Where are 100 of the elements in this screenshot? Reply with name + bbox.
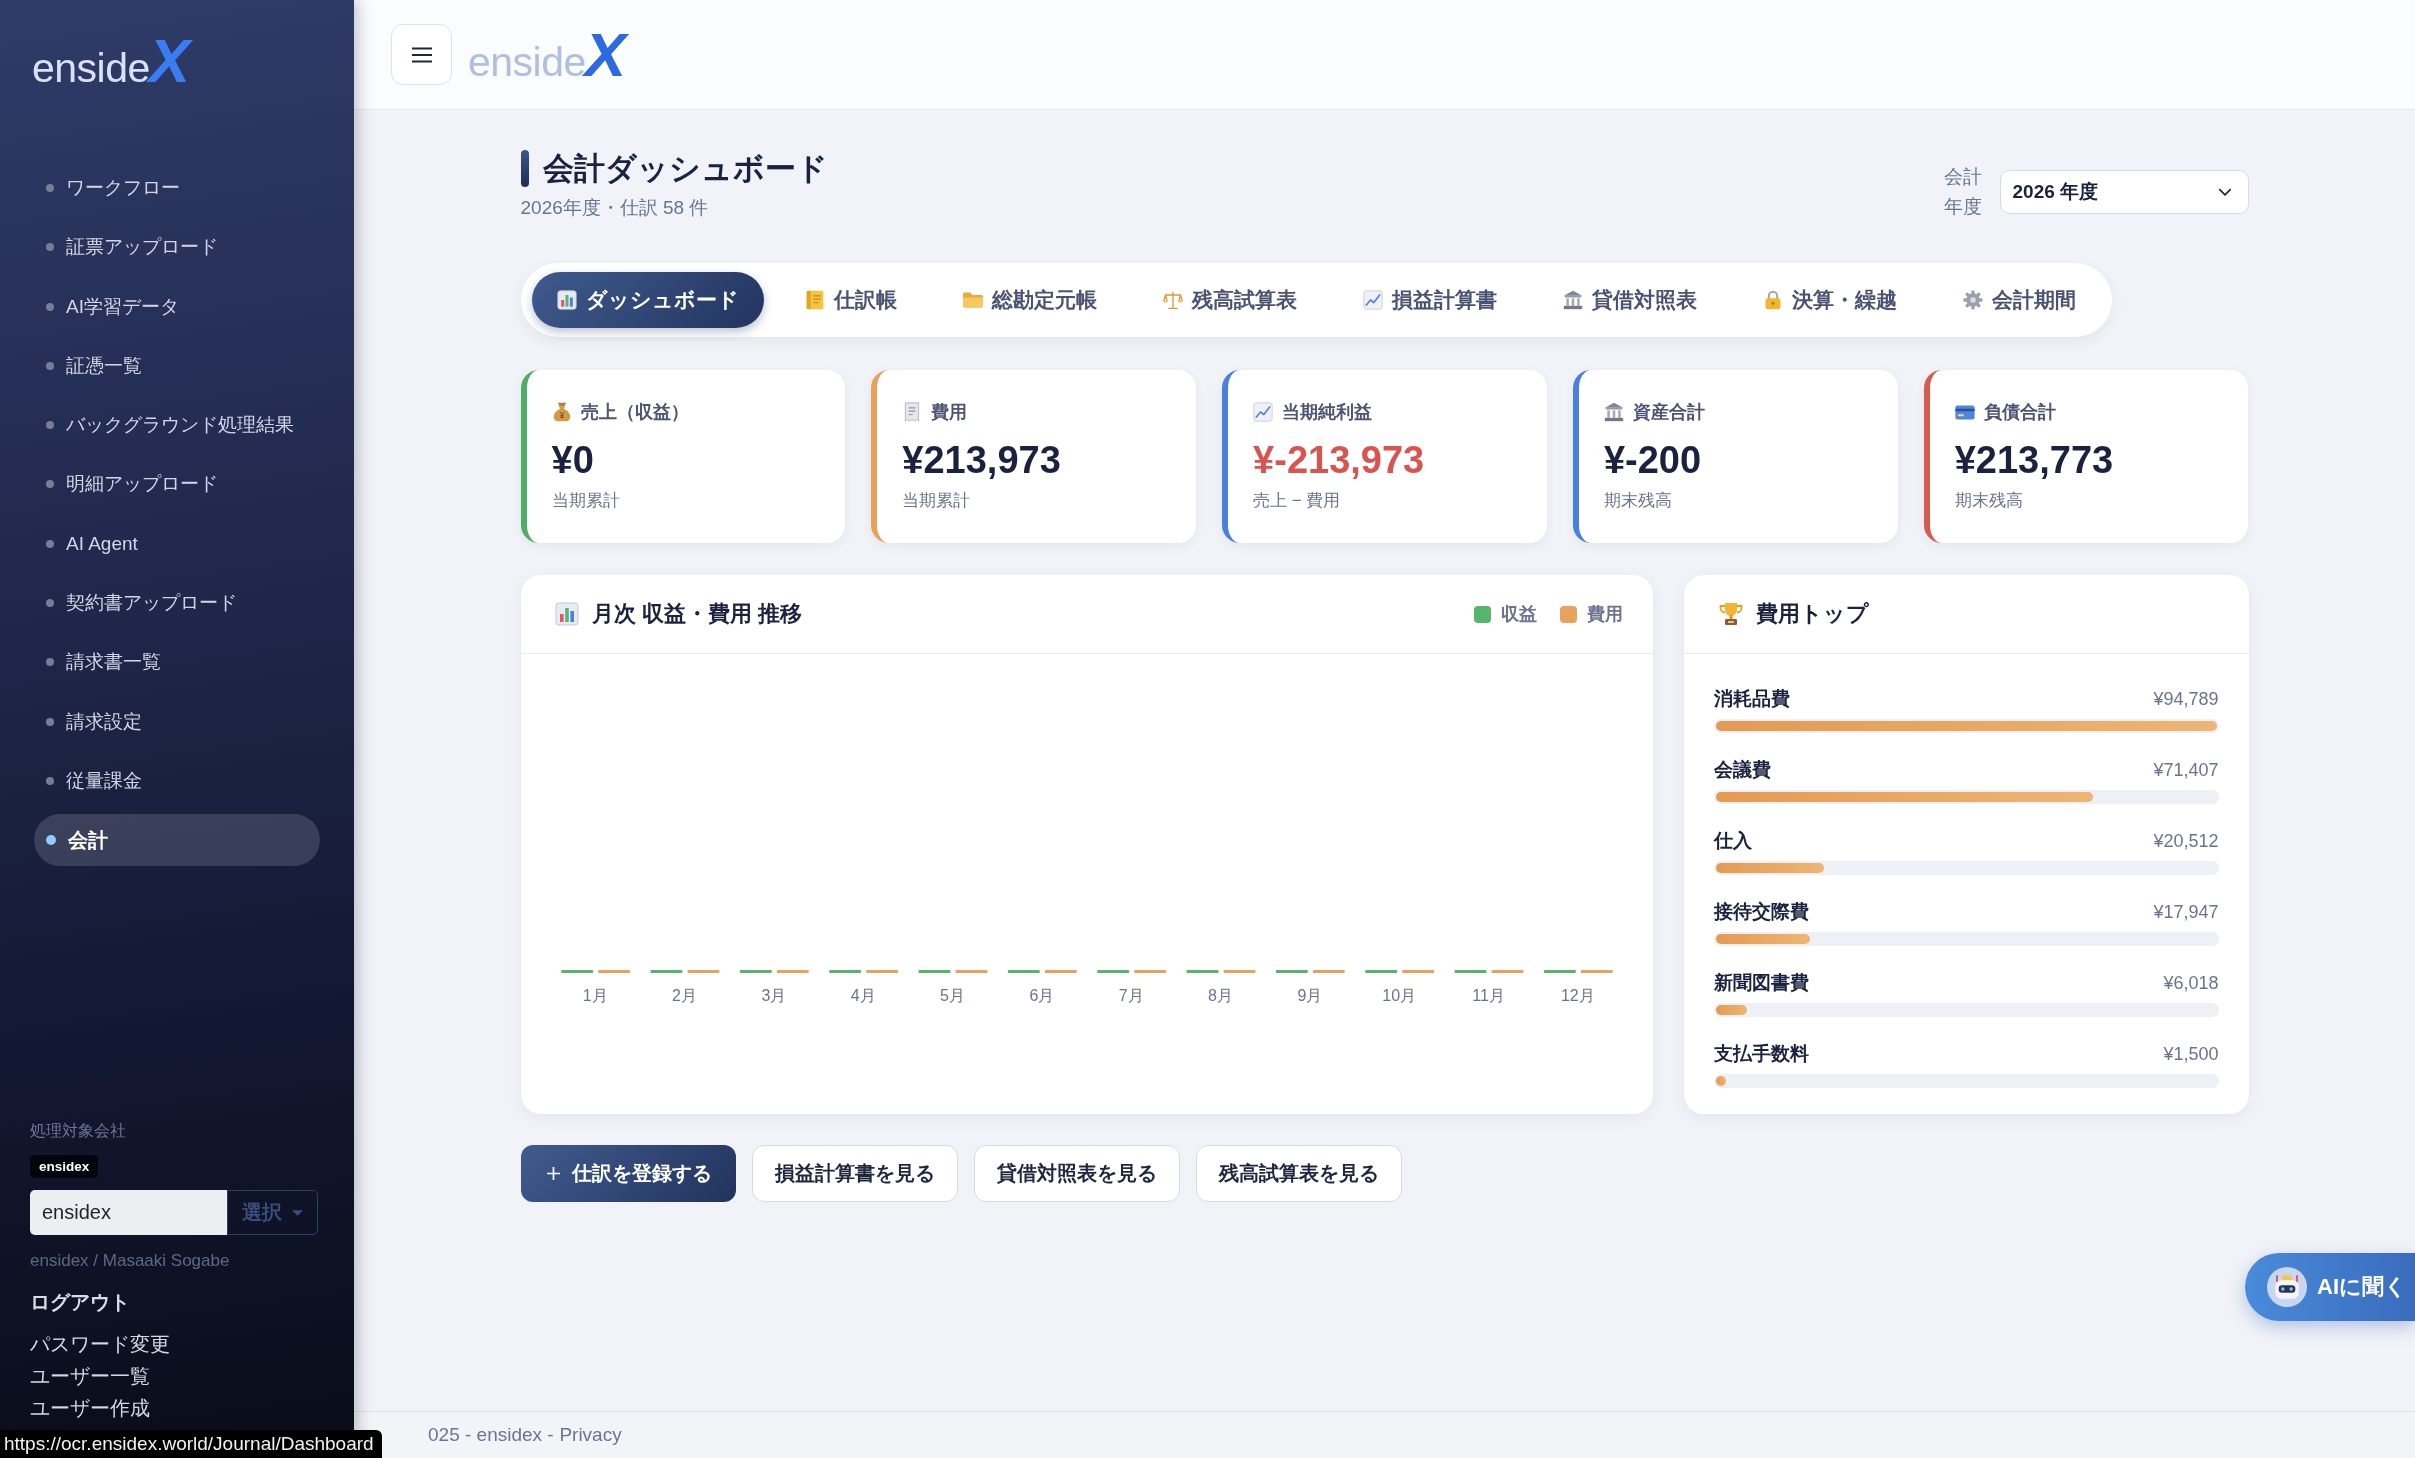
- expense-name: 会議費: [1713, 758, 1771, 782]
- tab[interactable]: ダッシュボード: [531, 272, 764, 328]
- dot-icon: [46, 658, 54, 667]
- robot-icon: [2267, 1267, 2307, 1307]
- tab[interactable]: 残高試算表: [1137, 272, 1322, 328]
- chart-title: 月次 収益・費用 推移: [591, 600, 802, 628]
- nav-item[interactable]: バックグラウンド処理結果: [34, 399, 320, 452]
- menu-button[interactable]: [391, 24, 452, 85]
- tab[interactable]: 会計期間: [1937, 272, 2101, 328]
- link-button[interactable]: 損益計算書を見る: [751, 1145, 958, 1202]
- link-button[interactable]: 貸借対照表を見る: [973, 1145, 1180, 1202]
- line-chart-icon: [1253, 402, 1274, 422]
- caret-down-icon: [292, 1209, 303, 1216]
- kpi-label: 資産合計: [1632, 401, 1705, 424]
- nav-item[interactable]: 証憑一覧: [34, 339, 320, 392]
- tab[interactable]: 仕訳帳: [779, 272, 922, 328]
- axis-label: 2月: [672, 986, 697, 1006]
- sidebar-link[interactable]: ユーザー一覧: [30, 1360, 320, 1392]
- company-input[interactable]: ensidex: [30, 1190, 227, 1235]
- user-text: ensidex / Masaaki Sogabe: [30, 1251, 231, 1271]
- ai-chat-button[interactable]: AIに聞く: [2245, 1253, 2415, 1321]
- kpi-value: ¥-200: [1603, 438, 1703, 482]
- dot-icon: [46, 776, 54, 785]
- axis-label: 7月: [1118, 986, 1144, 1006]
- axis-label: 6月: [1029, 986, 1055, 1006]
- nav-item[interactable]: AI学習データ: [34, 280, 320, 333]
- nav-item[interactable]: 明細アップロード: [34, 458, 320, 511]
- menu-icon: [411, 46, 432, 63]
- tab[interactable]: 損益計算書: [1337, 272, 1522, 328]
- dot-icon: [46, 421, 54, 430]
- page-title: 会計ダッシュボード: [542, 150, 828, 187]
- axis-label: 4月: [850, 986, 876, 1006]
- axis-label: 8月: [1208, 986, 1233, 1006]
- kpi-note: 当期累計: [902, 490, 972, 512]
- dot-icon: [46, 361, 54, 370]
- tab[interactable]: 総勘定元帳: [937, 272, 1122, 328]
- kpi-note: 期末残高: [1954, 490, 2024, 512]
- bank-icon: [1562, 290, 1583, 310]
- kpi-value: ¥213,973: [902, 438, 1062, 482]
- dot-icon: [46, 243, 54, 252]
- nav-item[interactable]: 請求設定: [34, 695, 320, 748]
- settings-icon: [1962, 290, 1983, 310]
- logout-link[interactable]: ログアウト: [30, 1289, 320, 1316]
- axis-label: 11月: [1472, 986, 1505, 1006]
- folder-icon: [962, 290, 983, 310]
- bar-chart-icon: [556, 290, 577, 310]
- nav-item[interactable]: 従量課金: [34, 754, 320, 807]
- nav-item[interactable]: 会計: [34, 814, 320, 867]
- kpi-note: 売上 − 費用: [1253, 490, 1342, 512]
- footer-text: 025 - ensidex - Privacy: [428, 1424, 622, 1446]
- nav-item[interactable]: AI Agent: [34, 517, 320, 570]
- sidebar-link[interactable]: ユーザー作成: [30, 1392, 320, 1424]
- kpi-label: 当期純利益: [1282, 401, 1373, 424]
- notebook-icon: [804, 290, 825, 310]
- legend-label: 費用: [1586, 603, 1623, 626]
- tab[interactable]: 決算・繰越: [1737, 272, 1922, 328]
- dot-icon: [46, 302, 54, 311]
- kpi-note: 期末残高: [1603, 490, 1673, 512]
- plus-icon: [546, 1167, 560, 1180]
- expense-name: 支払手数料: [1713, 1042, 1809, 1066]
- sidebar-link[interactable]: パスワード変更: [30, 1328, 320, 1360]
- kpi-value: ¥-213,973: [1253, 438, 1426, 482]
- axis-label: 9月: [1297, 986, 1323, 1006]
- axis-label: 1月: [582, 986, 608, 1006]
- company-tag: ensidex: [30, 1155, 99, 1178]
- dot-icon: [46, 835, 56, 846]
- expense-name: 接待交際費: [1713, 900, 1809, 924]
- bank-icon: [1603, 402, 1624, 422]
- axis-label: 12月: [1560, 986, 1595, 1006]
- kpi-note: 当期累計: [551, 490, 621, 512]
- nav-item[interactable]: 証票アップロード: [34, 221, 320, 274]
- status-url: https://ocr.ensidex.world/Journal/Dashboard: [0, 1430, 382, 1458]
- kpi-label: 売上（収益）: [580, 401, 689, 424]
- company-label: 処理対象会社: [30, 1121, 127, 1141]
- nav-item[interactable]: 請求書一覧: [34, 636, 320, 689]
- page-subtitle: 2026年度・仕訳 58 件: [520, 196, 710, 220]
- scales-icon: [1162, 290, 1183, 310]
- link-button[interactable]: 残高試算表を見る: [1195, 1145, 1402, 1202]
- tab[interactable]: 貸借対照表: [1537, 272, 1722, 328]
- credit-card-icon: [1954, 404, 1975, 420]
- expense-amount: ¥71,407: [2153, 759, 2219, 781]
- axis-label: 5月: [940, 986, 965, 1006]
- dot-icon: [46, 599, 54, 608]
- dot-icon: [46, 480, 54, 489]
- dot-icon: [46, 539, 54, 548]
- nav-item[interactable]: 契約書アップロード: [34, 577, 320, 630]
- axis-label: 3月: [761, 986, 787, 1006]
- privacy-link[interactable]: Privacy: [559, 1424, 622, 1445]
- year-select[interactable]: 2026 年度: [1999, 170, 2249, 214]
- chevron-down-icon: [2217, 188, 2232, 196]
- kpi-value: ¥0: [551, 438, 595, 482]
- money-bag-icon: [551, 402, 572, 422]
- kpi-label: 負債合計: [1983, 401, 2056, 424]
- expense-amount: ¥1,500: [2163, 1043, 2219, 1065]
- expense-amount: ¥6,018: [2163, 972, 2219, 994]
- trophy-icon: [1718, 602, 1743, 626]
- expense-amount: ¥20,512: [2153, 830, 2219, 852]
- nav-item[interactable]: ワークフロー: [34, 162, 320, 214]
- add-button[interactable]: 仕訳を登録する: [520, 1145, 736, 1202]
- title-accent: [520, 150, 529, 187]
